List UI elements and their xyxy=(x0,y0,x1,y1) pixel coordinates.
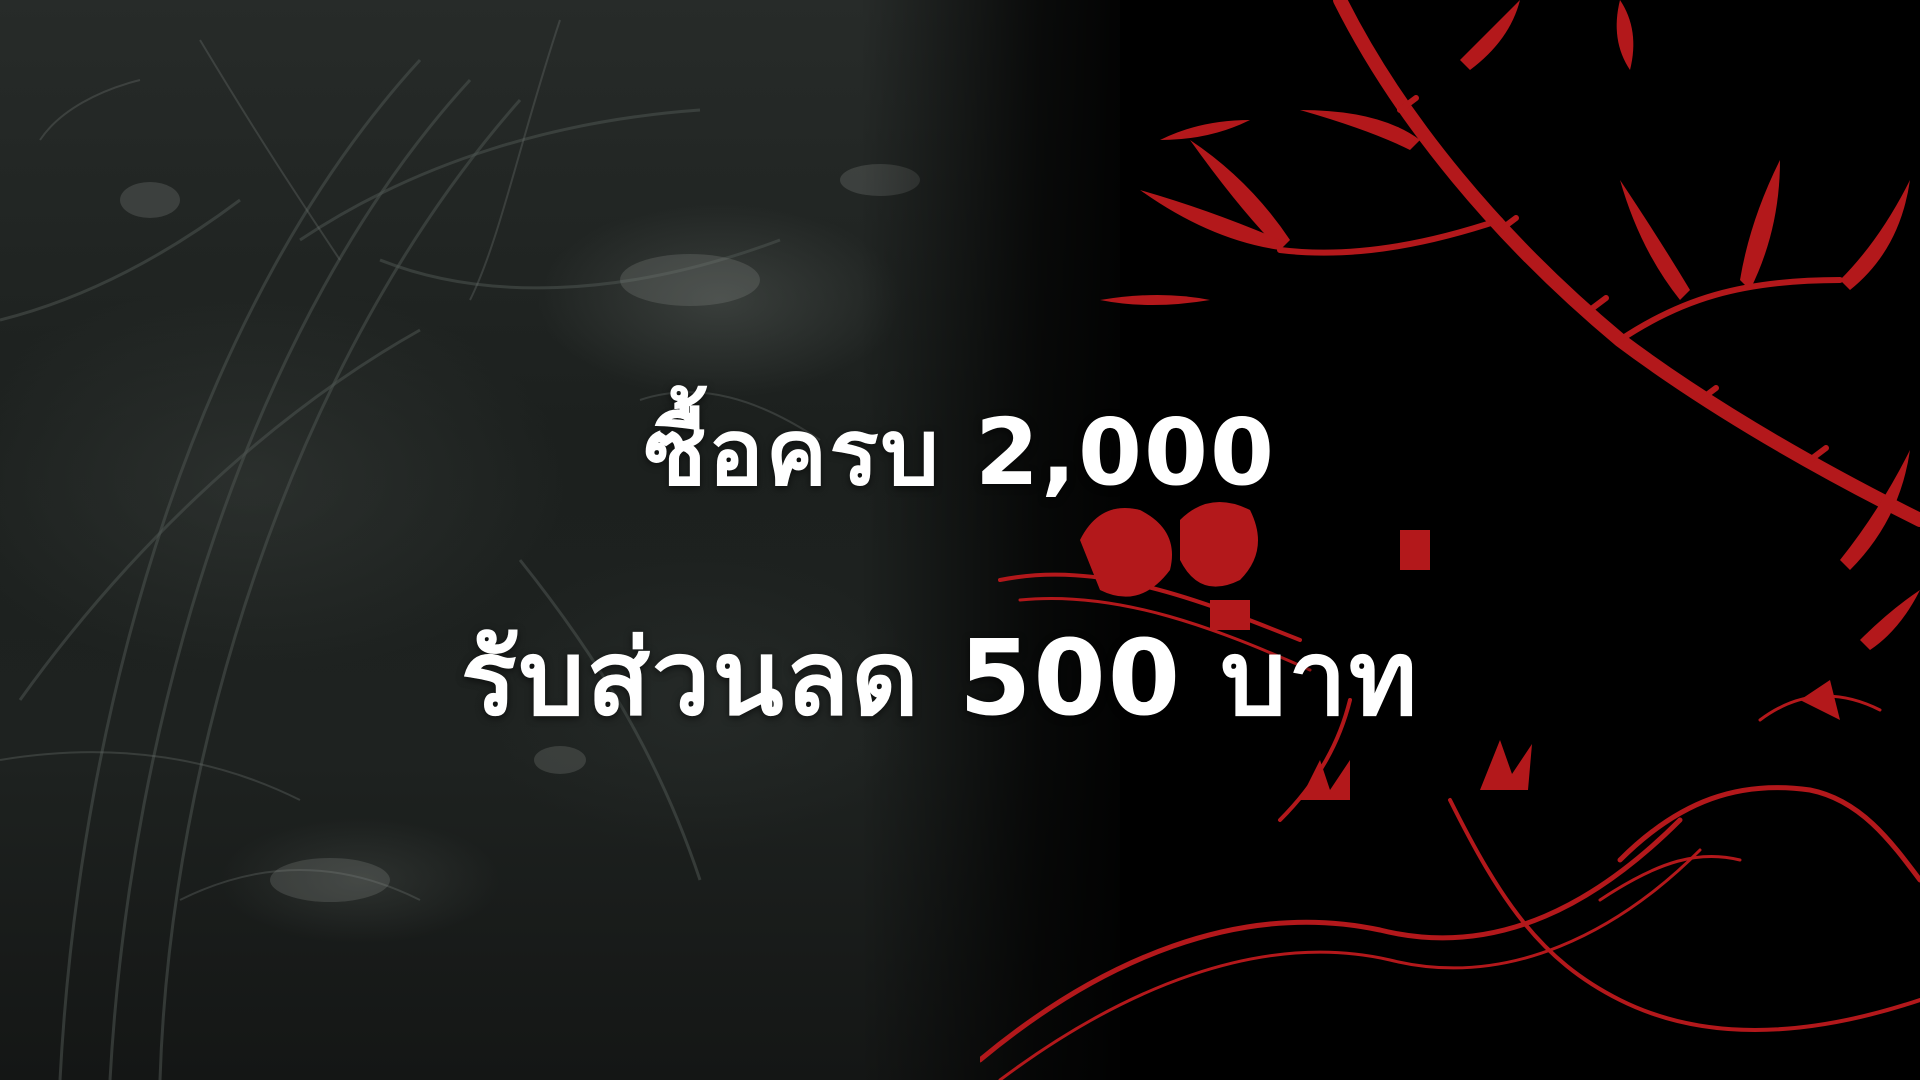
promo-line-discount: รับส่วนลด 500 บาท xyxy=(460,617,1420,739)
promo-banner: ซื้อครบ 2,000 รับส่วนลด 500 บาท xyxy=(0,0,1920,1080)
promo-line-spend-threshold: ซื้อครบ 2,000 xyxy=(643,399,1277,506)
red-dragon-bamboo-artwork xyxy=(980,0,1920,1080)
